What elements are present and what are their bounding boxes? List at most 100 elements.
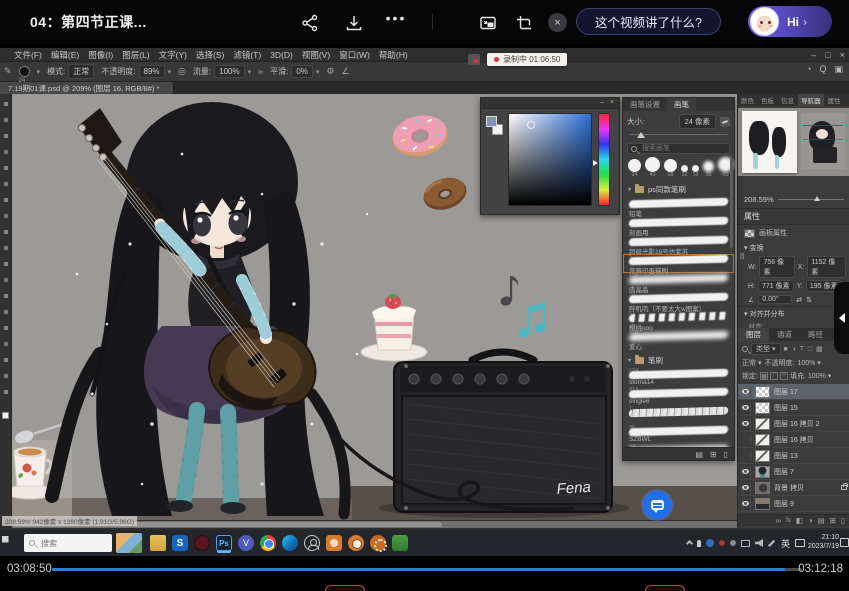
lock-image-icon[interactable]: ⁄	[770, 372, 778, 380]
taskbar-app-icon[interactable]	[304, 535, 320, 551]
brushes-panel-tab[interactable]: 画笔设置	[623, 98, 667, 111]
tray-expand-icon[interactable]	[686, 539, 693, 546]
taskbar-app-icon[interactable]	[282, 535, 298, 551]
taskbar-app-icon[interactable]	[238, 535, 254, 551]
taskbar-search-input[interactable]	[39, 538, 107, 549]
brush-item[interactable]: 刻画用	[623, 216, 734, 235]
brush-preset[interactable]: 12	[692, 165, 699, 178]
taskbar-search[interactable]	[24, 534, 112, 552]
brush-item[interactable]: 铅笔	[623, 197, 734, 216]
share-icon[interactable]	[300, 13, 320, 33]
visibility-toggle[interactable]	[741, 403, 751, 413]
angle-field[interactable]: 0.00°	[758, 295, 792, 304]
brush-item[interactable]: 5 草莓印蛋糕刷	[623, 254, 734, 273]
taskbar-app-icon[interactable]	[150, 535, 166, 551]
notification-center-icon[interactable]	[840, 538, 849, 547]
taskbar-app-icon[interactable]	[392, 535, 408, 551]
transform-section-header[interactable]: ▾ 变换	[738, 241, 849, 255]
layer-thumbnail[interactable]	[755, 418, 770, 430]
align-section-header[interactable]: ▾ 对齐并分布	[738, 306, 849, 321]
tray-app-icon[interactable]	[719, 540, 725, 546]
layers-panel-tab[interactable]: 通道	[769, 328, 800, 341]
taskbar-app-icon[interactable]	[216, 535, 232, 551]
brush-group-header[interactable]: ▾ 笔刷	[623, 349, 734, 368]
layer-thumbnail[interactable]	[755, 402, 770, 414]
delete-layer-icon[interactable]: ▯	[841, 516, 845, 525]
layer-mask-icon[interactable]: ◧	[796, 516, 803, 525]
visibility-toggle[interactable]	[741, 467, 751, 477]
panel-tab[interactable]: 导航器	[798, 94, 824, 106]
properties-header[interactable]: 属性	[738, 208, 849, 225]
saturation-field[interactable]	[508, 113, 592, 206]
taskbar-app-icon[interactable]	[172, 535, 188, 551]
layer-opacity-field[interactable]: 100% ▾	[797, 359, 820, 367]
layer-row[interactable]: 图层 17	[738, 384, 849, 400]
link-layers-icon[interactable]: ∞	[776, 516, 781, 525]
brush-item[interactable]: 超级光影19号仿紫苏	[623, 235, 734, 254]
reference-thumbnail[interactable]	[742, 111, 797, 173]
brush-group-header[interactable]: ▾ ps同款笔刷	[623, 178, 734, 197]
filter-type-icons[interactable]: ■ ◑ T □ ▩	[784, 345, 824, 353]
brush-preset[interactable]: 24	[628, 159, 641, 178]
delete-brush-icon[interactable]: ▯	[724, 450, 728, 459]
picture-in-picture-icon[interactable]	[478, 13, 498, 33]
menu-item[interactable]: 图像(I)	[88, 49, 113, 61]
visibility-toggle[interactable]	[741, 499, 751, 509]
angle-icon[interactable]: ∠	[341, 66, 349, 77]
cut-off-button[interactable]	[645, 585, 685, 591]
layer-thumbnail[interactable]	[755, 450, 770, 462]
minimize-button[interactable]: –	[811, 50, 816, 60]
brush-item[interactable]: 138 肉晶晶	[623, 273, 734, 292]
chat-bubble-button[interactable]	[641, 489, 673, 521]
close-icon[interactable]: ×	[548, 13, 567, 32]
color-cursor[interactable]	[527, 121, 535, 129]
panel-tab[interactable]: 色板	[758, 94, 777, 106]
layer-row[interactable]: 图层 7	[738, 464, 849, 480]
panel-header[interactable]	[481, 98, 619, 109]
close-button[interactable]: ×	[840, 50, 845, 60]
tray-app-icon[interactable]	[706, 539, 714, 547]
height-field[interactable]: 771 像素	[758, 280, 794, 292]
stroke-preview-toggle-icon[interactable]	[720, 117, 730, 127]
layer-group-icon[interactable]: ▤	[817, 516, 824, 525]
brush-item[interactable]: 813 single6	[623, 387, 734, 406]
layer-row[interactable]: 图层 15	[738, 400, 849, 416]
cut-off-button[interactable]	[325, 585, 365, 591]
brushes-panel-tab[interactable]: 画笔	[667, 98, 696, 111]
ask-ai-button[interactable]: 这个视频讲了什么?	[576, 8, 721, 35]
lock-position-icon[interactable]: +	[780, 372, 788, 380]
brush-item[interactable]: 628 爱心	[623, 330, 734, 349]
navigator-zoom-slider[interactable]	[778, 199, 844, 200]
hue-slider-thumb[interactable]	[593, 160, 598, 166]
new-layer-icon[interactable]: ⊞	[830, 516, 836, 525]
restore-button[interactable]: □	[825, 50, 830, 60]
brush-item[interactable]: 1	[623, 406, 734, 425]
taskbar-app-icon[interactable]	[326, 535, 342, 551]
collapsed-side-panel-handle[interactable]	[834, 282, 849, 354]
pressure-opacity-icon[interactable]: ◎	[178, 66, 186, 77]
menu-item[interactable]: 视图(V)	[302, 49, 330, 61]
new-brush-icon[interactable]: ⊞	[710, 450, 717, 459]
brush-preset-picker[interactable]: 24	[19, 66, 30, 77]
layer-thumbnail[interactable]	[755, 498, 770, 510]
flow-option[interactable]: 流量: 100% ▾	[193, 65, 251, 78]
menu-item[interactable]: 窗口(W)	[339, 49, 370, 61]
more-options-icon[interactable]: •••	[386, 8, 406, 28]
network-icon[interactable]	[741, 540, 750, 547]
brush-item[interactable]: 20 哔叽叽（不要太大w图案）	[623, 292, 734, 311]
layer-fill-field[interactable]: 100% ▾	[808, 372, 831, 380]
visibility-toggle[interactable]	[741, 387, 751, 397]
input-language[interactable]: 英	[781, 537, 790, 550]
news-widget-thumbnail[interactable]	[116, 533, 142, 553]
x-field[interactable]: 1152 像素	[807, 256, 846, 278]
foreground-color-swatch[interactable]	[486, 116, 497, 127]
visibility-toggle[interactable]	[741, 483, 751, 493]
blend-mode-select[interactable]: 正常 ▾	[742, 358, 761, 368]
layer-row[interactable]: 图层 13	[738, 448, 849, 464]
pen-input-icon[interactable]	[768, 539, 776, 547]
layer-row[interactable]: 图层 9	[738, 496, 849, 512]
hue-slider[interactable]	[598, 113, 610, 206]
brush-search-input[interactable]	[640, 144, 726, 153]
menu-item[interactable]: 帮助(H)	[379, 49, 408, 61]
brush-size-value[interactable]: 24 像素	[679, 114, 716, 129]
